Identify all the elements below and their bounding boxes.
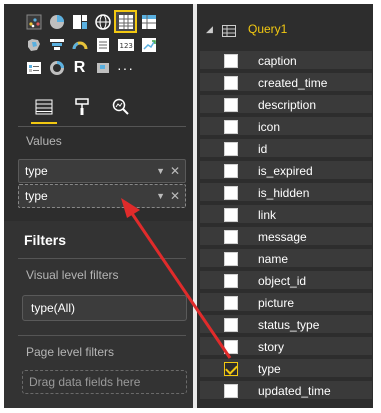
- field-checkbox[interactable]: [224, 164, 238, 178]
- field-label: type: [258, 362, 281, 376]
- fields-tab-icon[interactable]: [30, 94, 58, 120]
- field-checkbox[interactable]: [224, 76, 238, 90]
- field-checkbox[interactable]: [224, 230, 238, 244]
- visual-filter-type-all[interactable]: type(All): [22, 295, 187, 321]
- kpi-icon[interactable]: [137, 33, 160, 56]
- field-checkbox[interactable]: [224, 208, 238, 222]
- screenshot-frame: 123 R ··· Values type ▼ ✕ type ▼ ✕ Filte…: [0, 0, 381, 413]
- values-field-type-2[interactable]: type ▼ ✕: [18, 184, 186, 208]
- slicer-icon[interactable]: [22, 56, 45, 79]
- field-checkbox[interactable]: [224, 318, 238, 332]
- field-row-description[interactable]: description: [200, 95, 372, 115]
- field-label: id: [258, 142, 268, 156]
- field-label: status_type: [258, 318, 320, 332]
- query-table-header[interactable]: ◢ Query1: [200, 20, 370, 40]
- field-label: picture: [258, 296, 295, 310]
- field-label: name: [258, 252, 289, 266]
- format-paint-roller-icon[interactable]: [68, 94, 96, 120]
- field-checkbox[interactable]: [224, 142, 238, 156]
- more-options-glyph: ···: [117, 59, 134, 76]
- active-tab-indicator: [31, 122, 57, 124]
- query-title: Query1: [248, 22, 288, 36]
- field-row-is-hidden[interactable]: is_hidden: [200, 183, 372, 203]
- scatter-chart-icon[interactable]: [22, 10, 45, 33]
- matrix-icon[interactable]: [137, 10, 160, 33]
- field-label: is_expired: [258, 164, 313, 178]
- tabs-separator: [18, 126, 186, 127]
- visual-level-filters-label: Visual level filters: [26, 268, 119, 282]
- card-icon[interactable]: 123: [114, 33, 137, 56]
- chevron-down-icon[interactable]: ▼: [156, 160, 165, 182]
- field-label: message: [258, 230, 307, 244]
- field-row-type[interactable]: type: [200, 359, 372, 379]
- analytics-magnifier-icon[interactable]: [107, 94, 135, 120]
- field-row-icon[interactable]: icon: [200, 117, 372, 137]
- values-field-label: type: [25, 164, 48, 178]
- field-row-story[interactable]: story: [200, 337, 372, 357]
- field-row-message[interactable]: message: [200, 227, 372, 247]
- field-checkbox[interactable]: [224, 296, 238, 310]
- field-checkbox[interactable]: [224, 186, 238, 200]
- treemap-icon[interactable]: [68, 10, 91, 33]
- field-checkbox[interactable]: [224, 384, 238, 398]
- field-checkbox[interactable]: [224, 340, 238, 354]
- field-checkbox[interactable]: [224, 274, 238, 288]
- more-options-icon[interactable]: ···: [114, 56, 137, 79]
- field-checkbox[interactable]: [224, 98, 238, 112]
- gauge-icon[interactable]: [68, 33, 91, 56]
- field-label: updated_time: [258, 384, 331, 398]
- r-visual-letter: R: [73, 58, 86, 76]
- field-checkbox[interactable]: [224, 362, 238, 376]
- filters-separator: [18, 258, 186, 259]
- field-row-is-expired[interactable]: is_expired: [200, 161, 372, 181]
- field-row-object-id[interactable]: object_id: [200, 271, 372, 291]
- field-label: is_hidden: [258, 186, 310, 200]
- field-label: description: [258, 98, 317, 112]
- values-field-label: type: [25, 189, 48, 203]
- page-filters-separator: [18, 335, 186, 336]
- multirow-card-icon[interactable]: [91, 33, 114, 56]
- field-row-updated-time[interactable]: updated_time: [200, 381, 372, 401]
- field-row-link[interactable]: link: [200, 205, 372, 225]
- table-icon[interactable]: [114, 10, 137, 33]
- field-label: created_time: [258, 76, 328, 90]
- collapse-caret-icon[interactable]: ◢: [206, 24, 213, 35]
- field-label: story: [258, 340, 285, 354]
- svg-text:123: 123: [119, 42, 132, 50]
- field-label: caption: [258, 54, 297, 68]
- values-field-type-1[interactable]: type ▼ ✕: [18, 159, 186, 183]
- table-icon: [222, 24, 236, 42]
- close-icon[interactable]: ✕: [170, 185, 180, 207]
- visual-filter-label: type(All): [31, 301, 76, 315]
- filled-map-icon[interactable]: [22, 33, 45, 56]
- filters-title: Filters: [24, 232, 67, 248]
- r-visual-icon[interactable]: R: [68, 56, 91, 79]
- field-row-name[interactable]: name: [200, 249, 372, 269]
- funnel-icon[interactable]: [45, 33, 68, 56]
- field-row-created-time[interactable]: created_time: [200, 73, 372, 93]
- field-row-caption[interactable]: caption: [200, 51, 372, 71]
- page-level-filters-label: Page level filters: [26, 345, 115, 359]
- shape-map-icon[interactable]: [91, 56, 114, 79]
- close-icon[interactable]: ✕: [170, 160, 180, 182]
- pie-chart-icon[interactable]: [45, 10, 68, 33]
- field-checkbox[interactable]: [224, 54, 238, 68]
- field-label: link: [258, 208, 277, 222]
- globe-map-icon[interactable]: [91, 10, 114, 33]
- donut-icon[interactable]: [45, 56, 68, 79]
- field-row-picture[interactable]: picture: [200, 293, 372, 313]
- field-row-status-type[interactable]: status_type: [200, 315, 372, 335]
- drop-placeholder: Drag data fields here: [29, 375, 141, 389]
- field-checkbox[interactable]: [224, 120, 238, 134]
- visualization-gallery: 123 R ···: [2, 10, 166, 79]
- field-label: object_id: [258, 274, 307, 288]
- field-checkbox[interactable]: [224, 252, 238, 266]
- values-label: Values: [26, 134, 62, 148]
- page-filter-drop-zone[interactable]: Drag data fields here: [22, 370, 187, 394]
- field-row-id[interactable]: id: [200, 139, 372, 159]
- chevron-down-icon[interactable]: ▼: [156, 185, 165, 207]
- pane-tabs: [4, 88, 193, 126]
- field-label: icon: [258, 120, 281, 134]
